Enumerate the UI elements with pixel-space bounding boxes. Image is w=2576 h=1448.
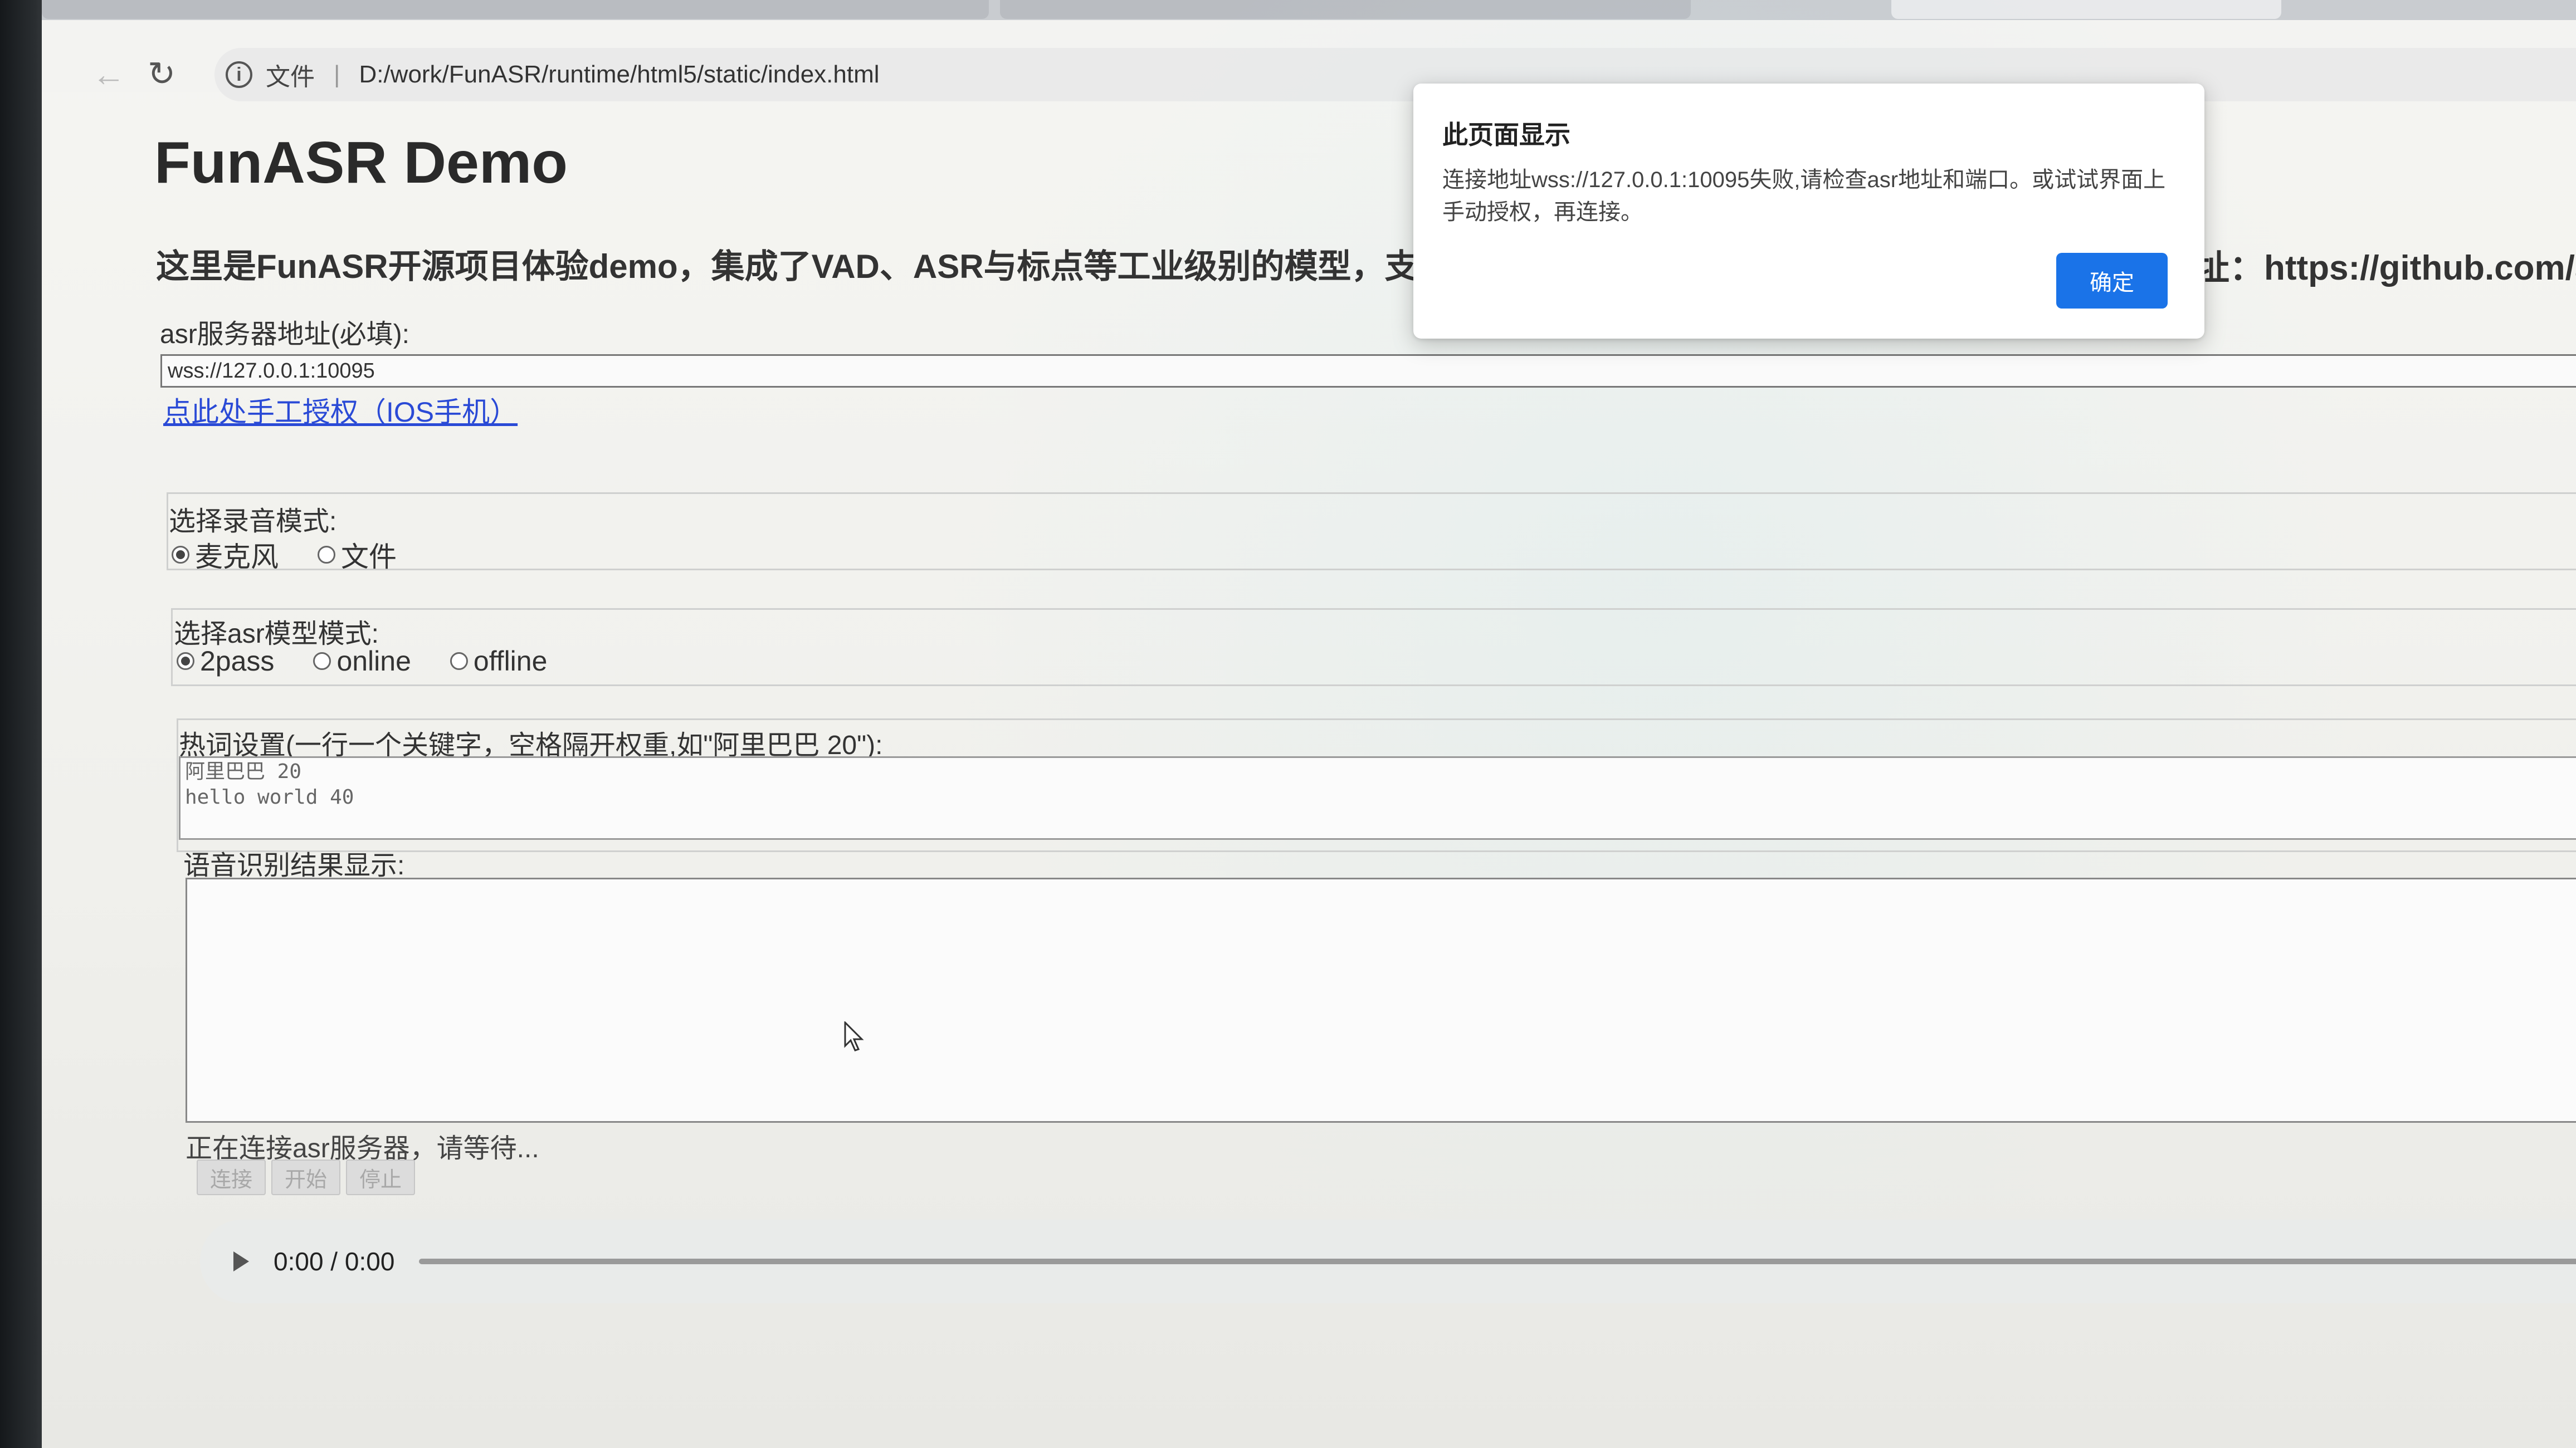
result-label: 语音识别结果显示: — [183, 851, 405, 880]
radio-online[interactable]: online — [313, 645, 411, 677]
browser-window: ← ↻ i 文件 | D:/work/FunASR/runtime/html5/… — [42, 0, 2576, 1448]
radio-unchecked-icon[interactable] — [313, 652, 331, 670]
reload-icon[interactable]: ↻ — [142, 55, 181, 94]
record-mode-group — [167, 492, 2576, 570]
radio-unchecked-icon[interactable] — [450, 652, 468, 670]
scheme-label: 文件 — [266, 63, 315, 91]
dialog-title: 此页面显示 — [1442, 120, 1570, 149]
radio-offline[interactable]: offline — [450, 645, 548, 677]
radio-unchecked-icon[interactable] — [318, 546, 335, 564]
radio-label: online — [336, 645, 411, 677]
radio-label: 文件 — [341, 541, 397, 573]
radio-microphone[interactable]: 麦克风 — [172, 535, 279, 575]
radio-label: 麦克风 — [195, 541, 279, 573]
hotword-textarea[interactable]: 阿里巴巴 20 hello world 40 — [179, 756, 2576, 840]
mouse-cursor-icon — [844, 1021, 864, 1051]
back-arrow-icon[interactable]: ← — [89, 55, 128, 94]
dialog-ok-button[interactable]: 确定 — [2056, 253, 2168, 309]
tab-strip — [42, 0, 2576, 20]
url-text[interactable]: D:/work/FunASR/runtime/html5/static/inde… — [359, 61, 879, 89]
connect-button[interactable]: 连接 — [197, 1160, 266, 1195]
intro-github-link-text: 址：https://github.com/a — [2195, 249, 2576, 287]
radio-label: 2pass — [200, 645, 275, 677]
stop-button[interactable]: 停止 — [346, 1160, 415, 1195]
alert-dialog: 此页面显示 连接地址wss://127.0.0.1:10095失败,请检查asr… — [1413, 84, 2204, 339]
manual-auth-link[interactable]: 点此处手工授权（IOS手机） — [163, 390, 518, 430]
play-icon[interactable] — [233, 1251, 249, 1271]
page-title: FunASR Demo — [154, 130, 568, 195]
address-bar[interactable]: i 文件 | D:/work/FunASR/runtime/html5/stat… — [214, 48, 2576, 101]
browser-toolbar: ← ↻ i 文件 | D:/work/FunASR/runtime/html5/… — [42, 20, 2576, 101]
audio-time: 0:00 / 0:00 — [274, 1247, 395, 1276]
start-button[interactable]: 开始 — [271, 1160, 340, 1195]
audio-player: 0:00 / 0:00 — [200, 1220, 2576, 1303]
record-mode-options: 麦克风 文件 — [172, 535, 397, 575]
browser-tab[interactable] — [1891, 0, 2281, 19]
dialog-message: 连接地址wss://127.0.0.1:10095失败,请检查asr地址和端口。… — [1442, 168, 2166, 224]
radio-label: offline — [473, 645, 548, 677]
result-textarea[interactable] — [186, 878, 2576, 1123]
model-mode-options: 2pass online offline — [177, 645, 547, 677]
info-icon[interactable]: i — [226, 61, 252, 88]
asr-server-input[interactable] — [160, 354, 2576, 388]
record-mode-legend: 选择录音模式: — [169, 507, 337, 536]
radio-checked-icon[interactable] — [172, 546, 189, 564]
address-separator: | — [334, 61, 340, 88]
intro-text: 这里是FunASR开源项目体验demo，集成了VAD、ASR与标点等工业级别的模… — [156, 248, 1418, 285]
radio-checked-icon[interactable] — [177, 652, 194, 670]
browser-tab[interactable] — [42, 0, 989, 19]
browser-tab[interactable] — [1000, 0, 1691, 19]
radio-2pass[interactable]: 2pass — [177, 645, 274, 677]
audio-progress-bar[interactable] — [419, 1259, 2576, 1264]
radio-file[interactable]: 文件 — [318, 535, 397, 575]
asr-server-label: asr服务器地址(必填): — [160, 320, 409, 349]
